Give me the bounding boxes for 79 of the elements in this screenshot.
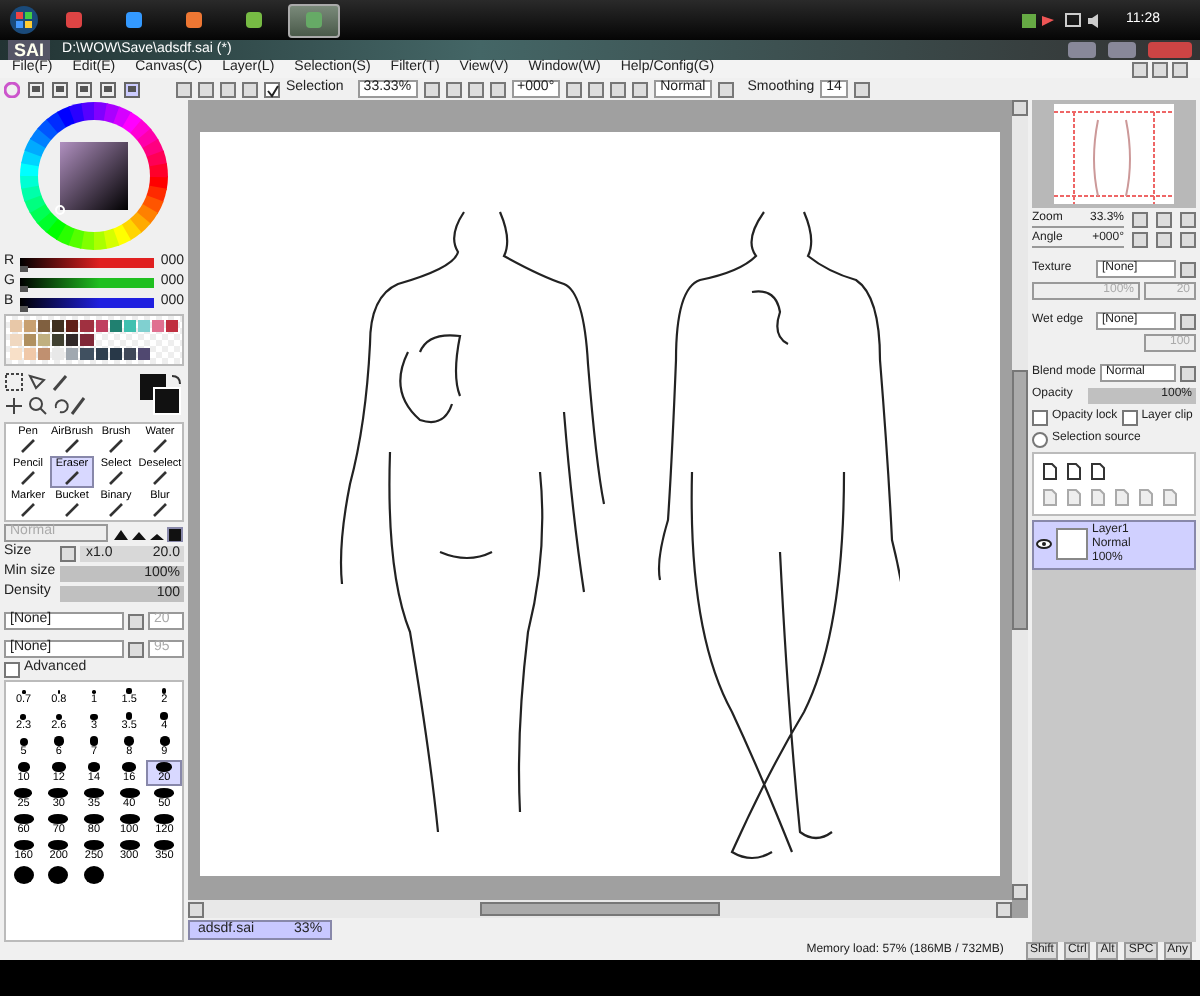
color-swatch[interactable] — [66, 334, 79, 346]
color-swatch[interactable] — [10, 348, 23, 360]
dropdown-button[interactable] — [1180, 261, 1196, 277]
advanced-checkbox[interactable] — [4, 661, 20, 677]
opacity-lock-checkbox[interactable] — [1032, 409, 1048, 425]
radio-button[interactable] — [1032, 431, 1048, 447]
brush-size-dot[interactable] — [83, 866, 104, 884]
color-swatch[interactable] — [66, 348, 79, 360]
color-slider[interactable] — [20, 298, 155, 308]
color-swatch[interactable] — [52, 348, 65, 360]
minimize-button[interactable] — [1068, 42, 1096, 58]
scroll-down-button[interactable] — [1012, 884, 1028, 900]
maximize-button[interactable] — [1108, 42, 1136, 58]
color-slider[interactable] — [20, 278, 155, 288]
color-swatch[interactable] — [80, 320, 93, 332]
brush-size-dot[interactable] — [48, 866, 69, 884]
color-swatch[interactable] — [151, 320, 164, 332]
taskbar-app-button[interactable] — [288, 3, 340, 37]
minimize-button[interactable] — [1132, 61, 1148, 77]
color-swatch[interactable] — [24, 348, 37, 360]
color-swatch[interactable] — [137, 348, 150, 360]
new-layer-icon[interactable] — [1042, 462, 1058, 480]
slider-thumb[interactable] — [20, 266, 28, 272]
color-swatch[interactable] — [24, 320, 37, 332]
new-layer-set-icon[interactable] — [1066, 462, 1082, 480]
color-swatch[interactable] — [10, 334, 23, 346]
scroll-left-button[interactable] — [188, 901, 204, 917]
color-swatch[interactable] — [52, 334, 65, 346]
restore-button[interactable] — [1152, 61, 1168, 77]
smoothing-dropdown-button[interactable] — [854, 81, 871, 97]
canvas-thumbnail-drawing — [1054, 104, 1174, 204]
brush-size-dot[interactable] — [13, 866, 34, 884]
color-swatch[interactable] — [109, 320, 122, 332]
color-swatch[interactable] — [24, 334, 37, 346]
color-swatch[interactable] — [165, 320, 178, 332]
color-swatch[interactable] — [66, 320, 79, 332]
app-icon — [124, 10, 144, 30]
color-slider[interactable] — [20, 258, 155, 268]
layer-clip-checkbox[interactable] — [1121, 409, 1138, 425]
close-button[interactable] — [1172, 61, 1188, 77]
scroll-up-button[interactable] — [1012, 100, 1028, 116]
brush-shape-icons[interactable] — [112, 525, 184, 541]
dropdown-button[interactable] — [1180, 365, 1196, 381]
color-swatch[interactable] — [95, 348, 108, 360]
color-swatch[interactable] — [95, 320, 108, 332]
color-wheel-mode-icon[interactable] — [4, 81, 20, 97]
tray-icons — [1022, 10, 1102, 30]
color-swatch[interactable] — [123, 320, 136, 332]
slider-thumb[interactable] — [20, 306, 28, 312]
slider-thumb[interactable] — [20, 286, 28, 292]
app-icon — [184, 10, 204, 30]
size-lock-button[interactable] — [60, 545, 76, 561]
navigator-preview[interactable] — [1032, 100, 1196, 208]
vertical-scrollbar-thumb[interactable] — [1012, 370, 1028, 630]
color-swatch[interactable] — [123, 348, 136, 360]
app-icon — [64, 10, 84, 30]
color-swatch[interactable] — [80, 348, 93, 360]
layer-thumbnail — [1056, 528, 1088, 561]
color-swatch[interactable] — [137, 320, 150, 332]
color-swatch[interactable] — [10, 320, 23, 332]
color-swatch[interactable] — [80, 334, 93, 346]
dropdown-button[interactable] — [1180, 313, 1196, 329]
selection-checkbox[interactable] — [264, 81, 280, 97]
color-swatch[interactable] — [52, 320, 65, 332]
color-squares-icon[interactable] — [136, 372, 184, 416]
eye-icon[interactable] — [1036, 536, 1052, 553]
app-icon — [244, 10, 264, 30]
start-orb-icon — [8, 4, 40, 36]
color-swatch[interactable] — [38, 320, 51, 332]
horizontal-scrollbar-thumb[interactable] — [480, 902, 720, 916]
color-swatch[interactable] — [38, 348, 51, 360]
color-swatch[interactable] — [109, 348, 122, 360]
stabilizer-button[interactable] — [717, 81, 734, 97]
folder-icon[interactable] — [1090, 462, 1106, 480]
color-swatch[interactable] — [38, 334, 51, 346]
color-wheel[interactable] — [18, 100, 170, 252]
app-icon — [304, 10, 324, 30]
app-logo: SAI — [8, 39, 51, 61]
scroll-right-button[interactable] — [996, 901, 1012, 917]
